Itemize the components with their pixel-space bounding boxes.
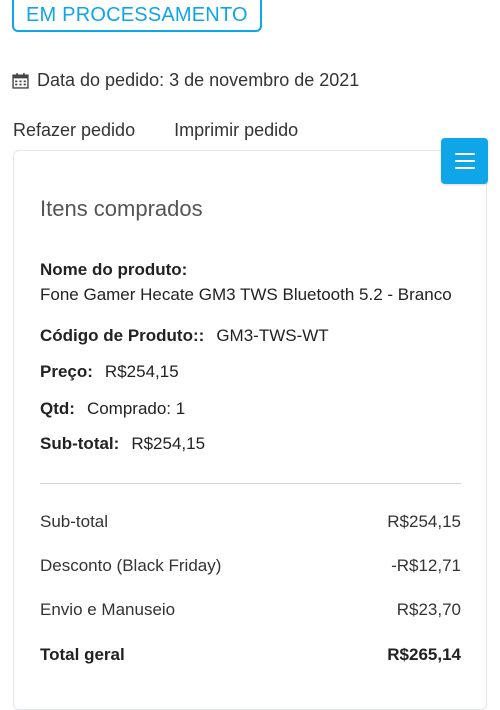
product-name-label: Nome do produto: <box>40 260 188 279</box>
sku-field: Código de Produto:: GM3-TWS-WT <box>40 326 329 346</box>
grand-total-value: R$265,14 <box>387 645 461 664</box>
summary-label: Sub-total <box>40 512 109 531</box>
order-actions: Refazer pedido Imprimir pedido <box>13 120 332 141</box>
divider <box>40 483 461 484</box>
summary-row-discount: Desconto (Black Friday) -R$12,71 <box>40 556 461 576</box>
quantity-field: Qtd: Comprado: 1 <box>40 399 185 419</box>
item-subtotal-label: Sub-total: <box>40 434 120 453</box>
quantity-label: Qtd: <box>40 399 75 418</box>
grand-total-label: Total geral <box>40 645 125 664</box>
price-label: Preço: <box>40 362 93 381</box>
summary-row-grand-total: Total geral R$265,14 <box>40 645 461 665</box>
order-date-value: 3 de novembro de 2021 <box>169 70 360 90</box>
summary-row-subtotal: Sub-total R$254,15 <box>40 512 461 532</box>
items-section-title: Itens comprados <box>40 196 203 221</box>
item-subtotal-value: R$254,15 <box>131 434 206 453</box>
reorder-link[interactable]: Refazer pedido <box>13 120 135 141</box>
hamburger-menu-icon <box>454 153 475 155</box>
sku-label: Código de Produto:: <box>40 326 205 345</box>
summary-row-shipping: Envio e Manuseio R$23,70 <box>40 600 461 620</box>
hamburger-menu-button[interactable] <box>441 138 488 184</box>
status-badge: EM PROCESSAMENTO <box>12 0 262 32</box>
calendar-icon <box>12 73 29 89</box>
summary-label: Desconto (Black Friday) <box>40 556 222 575</box>
order-date: Data do pedido: 3 de novembro de 2021 <box>12 70 359 91</box>
price-field: Preço: R$254,15 <box>40 362 179 382</box>
summary-label: Envio e Manuseio <box>40 600 176 619</box>
summary-value: R$23,70 <box>396 600 461 619</box>
order-card <box>13 150 487 710</box>
price-value: R$254,15 <box>104 362 179 381</box>
sku-value: GM3-TWS-WT <box>216 326 329 345</box>
print-order-link[interactable]: Imprimir pedido <box>174 120 298 141</box>
summary-value: R$254,15 <box>387 512 461 531</box>
order-date-label: Data do pedido: <box>37 70 165 90</box>
product-name-value: Fone Gamer Hecate GM3 TWS Bluetooth 5.2 … <box>40 285 452 304</box>
quantity-value: Comprado: 1 <box>86 399 186 418</box>
item-subtotal-field: Sub-total: R$254,15 <box>40 434 205 454</box>
summary-value: -R$12,71 <box>391 556 461 575</box>
